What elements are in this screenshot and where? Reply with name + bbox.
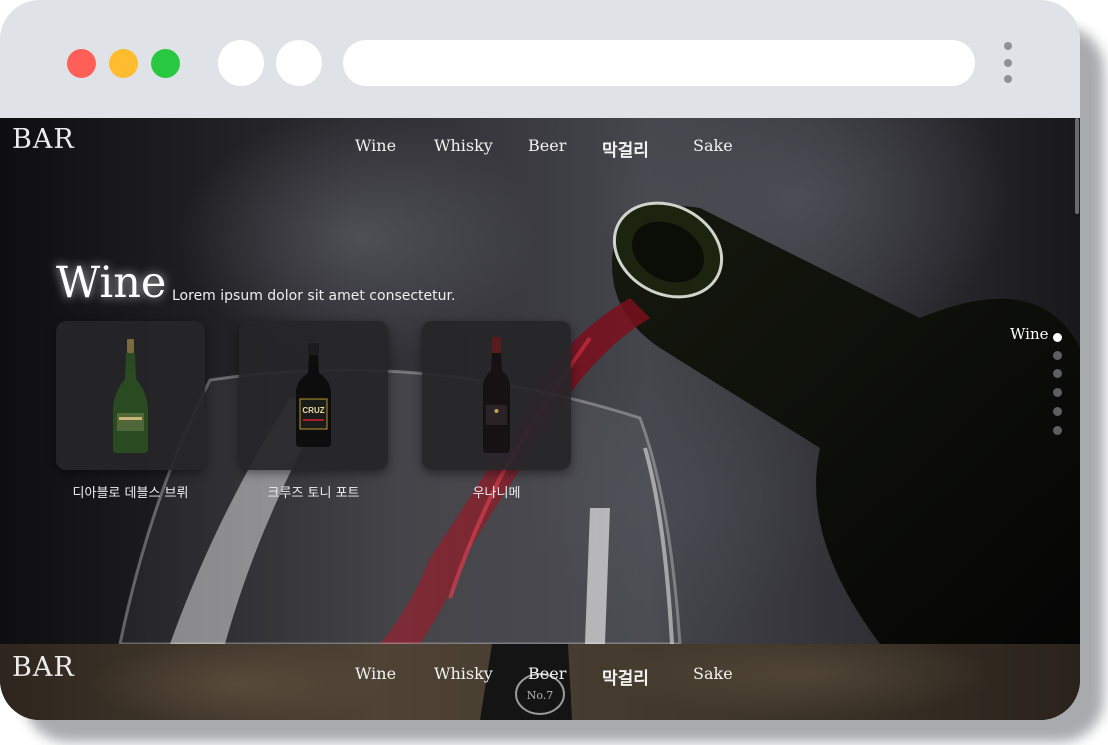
nav-item-wine[interactable]: Wine [355,136,396,155]
product-name[interactable]: 크루즈 토니 포트 [239,482,388,501]
product-card[interactable] [56,321,205,470]
nav-item-whisky[interactable]: Whisky [434,664,493,683]
product-card[interactable] [422,321,571,470]
side-nav-dot[interactable] [1053,369,1062,378]
sparkling-wine-bottle-icon [113,339,148,453]
section-title: Wine [56,258,167,308]
minimize-window-button[interactable] [109,49,138,78]
side-nav-dot[interactable] [1053,351,1062,360]
whisky-section-preview: No.7 BAR Wine Whisky Beer 막걸리 Sake [0,644,1080,720]
page-viewport: BAR Wine Whisky Beer 막걸리 Sake Wine Lorem… [0,118,1080,720]
close-window-button[interactable] [67,49,96,78]
product-name[interactable]: 우나니메 [422,482,571,501]
nav-item-beer[interactable]: Beer [528,664,566,683]
port-wine-bottle-icon: CRUZ [296,343,331,447]
nav-item-beer[interactable]: Beer [528,136,566,155]
nav-item-sake[interactable]: Sake [693,136,733,155]
side-nav-dot[interactable] [1053,407,1062,416]
section-subtitle: Lorem ipsum dolor sit amet consectetur. [172,288,456,304]
kebab-menu-icon[interactable] [1000,40,1016,86]
page-scrollbar[interactable] [1075,118,1079,214]
address-bar[interactable] [343,40,975,86]
side-nav-dot[interactable] [1053,333,1062,342]
nav-item-makgeolli[interactable]: 막걸리 [602,664,649,689]
nav-item-wine[interactable]: Wine [355,664,396,683]
nav-item-sake[interactable]: Sake [693,664,733,683]
maximize-window-button[interactable] [151,49,180,78]
svg-text:CRUZ: CRUZ [302,406,324,415]
browser-window: BAR Wine Whisky Beer 막걸리 Sake Wine Lorem… [0,0,1080,720]
red-wine-bottle-icon [483,337,510,453]
back-button[interactable] [218,40,264,86]
wine-hero-section: BAR Wine Whisky Beer 막걸리 Sake Wine Lorem… [0,118,1080,644]
browser-toolbar [0,0,1080,118]
main-nav: Wine Whisky Beer 막걸리 Sake [0,136,1080,166]
side-nav-dot[interactable] [1053,426,1062,435]
nav-item-makgeolli[interactable]: 막걸리 [602,136,649,161]
product-name[interactable]: 디아블로 데블스 브뤼 [56,482,205,501]
main-nav: Wine Whisky Beer 막걸리 Sake [0,664,1080,694]
side-nav-dot[interactable] [1053,388,1062,397]
product-card[interactable]: CRUZ [239,321,388,470]
side-nav-active-label: Wine [1010,325,1049,343]
nav-item-whisky[interactable]: Whisky [434,136,493,155]
forward-button[interactable] [276,40,322,86]
